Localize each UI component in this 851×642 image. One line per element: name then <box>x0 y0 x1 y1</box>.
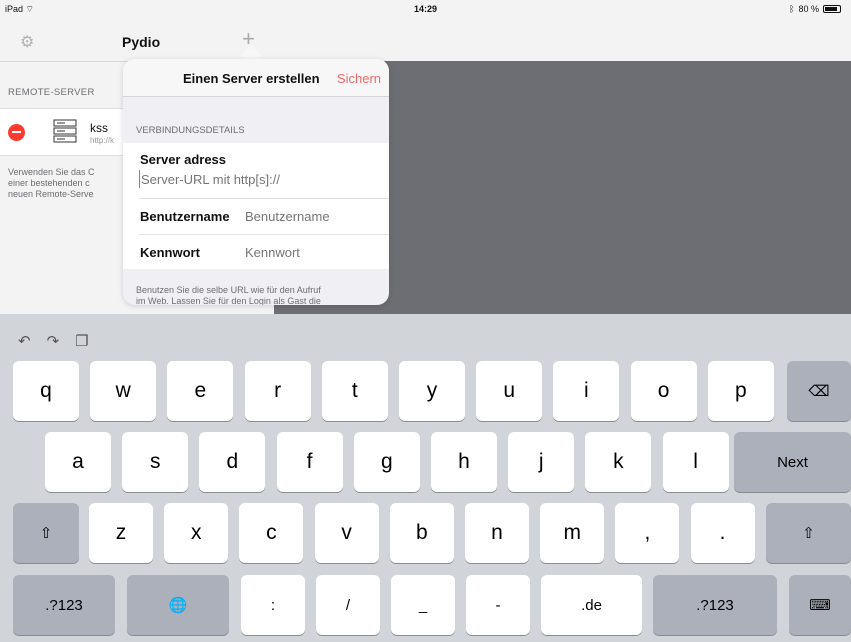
backspace-key[interactable]: ⌫ <box>787 361 851 421</box>
globe-icon: 🌐 <box>168 597 188 614</box>
key-n[interactable]: n <box>465 503 529 563</box>
key-i[interactable]: i <box>553 361 620 421</box>
keyboard-hide-icon: ⌨ <box>809 597 831 614</box>
key-slash[interactable]: / <box>316 575 380 635</box>
key-e[interactable]: e <box>167 361 234 421</box>
globe-key[interactable]: 🌐 <box>127 575 229 635</box>
key-colon[interactable]: : <box>241 575 305 635</box>
shift-key-left[interactable]: ⇧ <box>13 503 79 563</box>
key-r[interactable]: r <box>244 361 311 421</box>
server-icon <box>53 119 77 143</box>
next-key[interactable]: Next <box>734 432 851 492</box>
key-a[interactable]: a <box>45 432 111 492</box>
divider <box>139 198 389 199</box>
create-server-popover: Einen Server erstellen Sichern VERBINDUN… <box>123 59 389 305</box>
key-p[interactable]: p <box>707 361 774 421</box>
battery-status: ᛒ 80 % <box>789 4 841 14</box>
popover-footer-text: Benutzen Sie die selbe URL wie für den A… <box>136 285 321 305</box>
keyboard-shortcut-bar: ↶ ↷ ❐ <box>18 332 89 350</box>
battery-icon <box>823 5 841 13</box>
key-j[interactable]: j <box>508 432 575 492</box>
key-x[interactable]: x <box>164 503 229 563</box>
numbers-key-right[interactable]: .?123 <box>653 575 777 635</box>
delete-icon[interactable] <box>8 124 25 141</box>
bluetooth-icon: ᛒ <box>789 4 795 14</box>
remote-server-header: REMOTE-SERVER <box>8 87 95 98</box>
key-k[interactable]: k <box>585 432 652 492</box>
username-input[interactable] <box>245 207 375 225</box>
sidebar-footer-text: Verwenden Sie das C einer bestehenden c … <box>8 167 95 199</box>
connection-form: Server adress Benutzername Kennwort <box>123 143 389 269</box>
backspace-icon: ⌫ <box>808 383 830 400</box>
password-input[interactable] <box>245 243 375 261</box>
hide-keyboard-key[interactable]: ⌨ <box>789 575 851 635</box>
key-w[interactable]: w <box>90 361 157 421</box>
key-u[interactable]: u <box>476 361 543 421</box>
key-b[interactable]: b <box>389 503 454 563</box>
key-t[interactable]: t <box>321 361 388 421</box>
save-button[interactable]: Sichern <box>337 71 381 86</box>
keyboard: ↶ ↷ ❐ q w e r t y u i o p ⌫ a s d f g h j k l Next ⇧ z x c v b n m,.… <box>0 314 851 642</box>
key-de[interactable]: .de <box>541 575 642 635</box>
key-o[interactable]: o <box>630 361 697 421</box>
key-l[interactable]: l <box>662 432 729 492</box>
key-d[interactable]: d <box>199 432 266 492</box>
sidebar-title: Pydio <box>122 34 161 50</box>
popover-nav-bar: Einen Server erstellen Sichern <box>123 59 389 97</box>
redo-icon[interactable]: ↷ <box>47 332 60 350</box>
key-c[interactable]: c <box>239 503 304 563</box>
key-underscore[interactable]: _ <box>391 575 455 635</box>
key-comma[interactable]: , <box>615 503 680 563</box>
connection-details-header: VERBINDUNGSDETAILS <box>136 125 245 136</box>
battery-percent: 80 % <box>798 4 819 14</box>
server-name: kss <box>90 121 108 135</box>
server-url-input[interactable] <box>139 170 379 188</box>
clock: 14:29 <box>413 4 438 14</box>
sidebar-nav-bar: ⚙ Pydio + <box>0 20 274 62</box>
key-q[interactable]: q <box>13 361 79 421</box>
popover-title: Einen Server erstellen <box>183 71 320 86</box>
server-url: http://k <box>90 136 115 145</box>
undo-icon[interactable]: ↶ <box>18 332 31 350</box>
key-s[interactable]: s <box>122 432 189 492</box>
key-y[interactable]: y <box>399 361 465 421</box>
numbers-key-left[interactable]: .?123 <box>13 575 115 635</box>
key-hyphen[interactable]: - <box>466 575 530 635</box>
key-f[interactable]: f <box>276 432 343 492</box>
divider <box>139 234 389 235</box>
paste-icon[interactable]: ❐ <box>75 332 88 350</box>
key-h[interactable]: h <box>431 432 497 492</box>
password-label: Kennwort <box>140 245 200 260</box>
server-address-label: Server adress <box>140 152 227 167</box>
shift-key-right[interactable]: ⇧ <box>766 503 851 563</box>
key-v[interactable]: v <box>314 503 379 563</box>
shift-icon: ⇧ <box>802 525 815 542</box>
key-period[interactable]: . <box>690 503 755 563</box>
gear-icon[interactable]: ⚙ <box>20 32 34 52</box>
key-m[interactable]: m <box>540 503 605 563</box>
key-z[interactable]: z <box>89 503 153 563</box>
username-label: Benutzername <box>140 209 230 224</box>
status-bar: iPad ⌔ 14:29 ᛒ 80 % <box>0 0 851 20</box>
shift-icon: ⇧ <box>39 525 53 542</box>
key-g[interactable]: g <box>353 432 420 492</box>
